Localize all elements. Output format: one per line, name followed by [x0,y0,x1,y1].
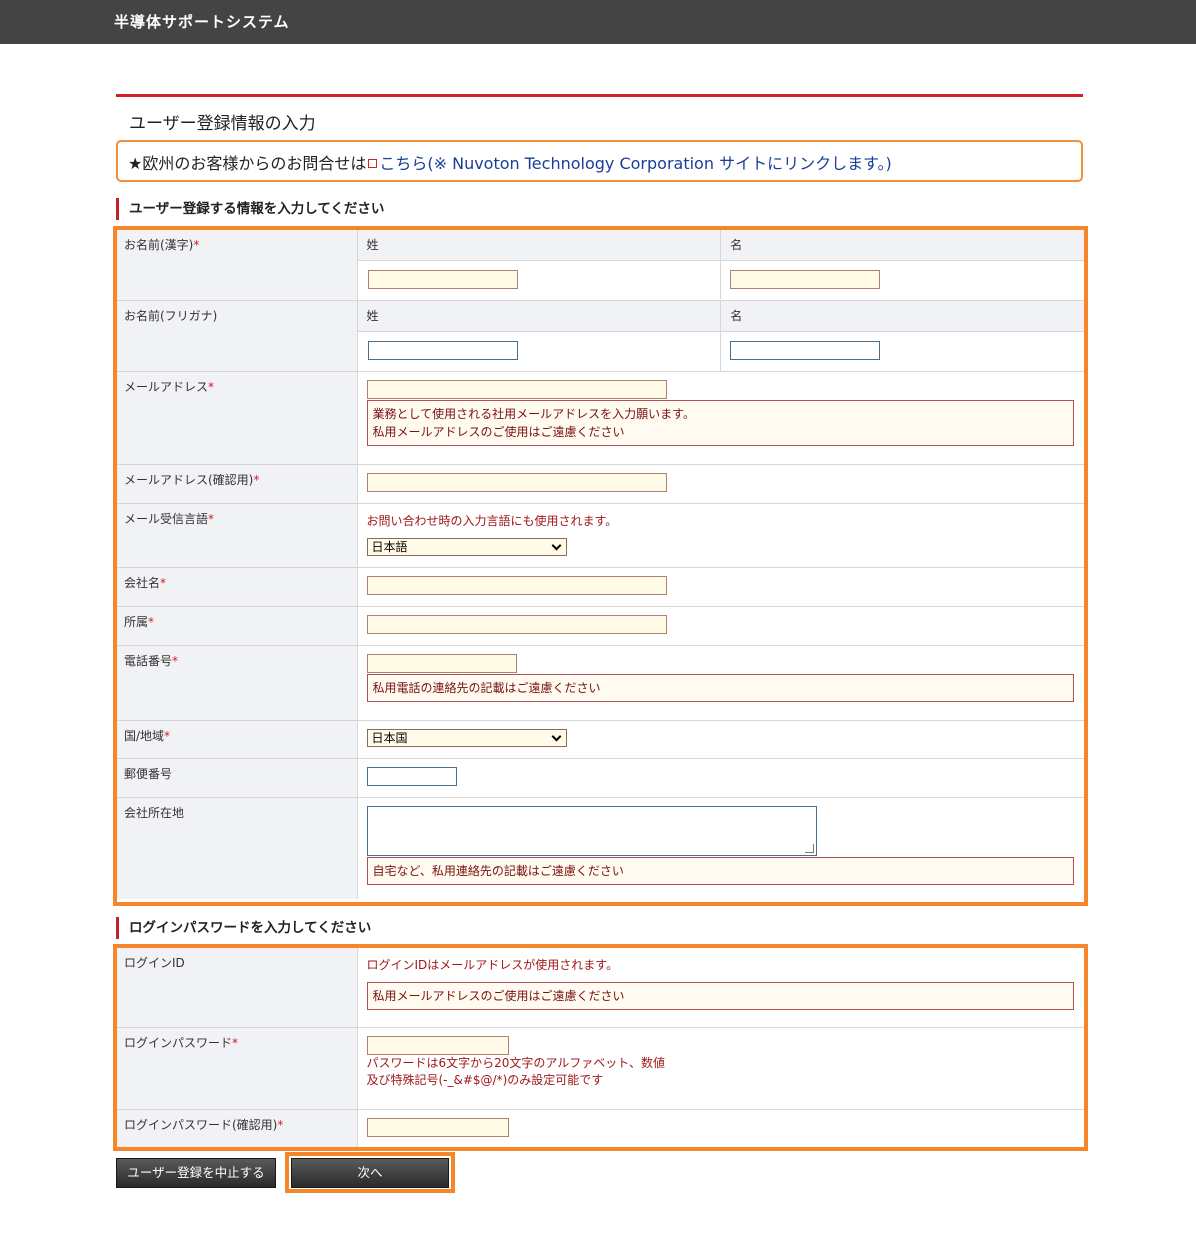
row-password-confirm: ログインパスワード(確認用)* [117,1108,1084,1147]
row-name-kana: お名前(フリガナ) 姓 名 [117,299,1084,371]
system-title: 半導体サポートシステム [114,13,290,31]
country-label: 国/地域 [124,728,165,743]
row-email-confirm: メールアドレス(確認用)* [117,463,1084,503]
address-textarea[interactable] [366,805,817,856]
email-confirm-input[interactable] [366,472,667,492]
required-mark: * [208,379,215,394]
chevron-down-icon [551,731,561,741]
password-input[interactable] [366,1035,509,1055]
row-email: メールアドレス* 業務として使用される社用メールアドレスを入力願います。 私用メ… [117,370,1084,464]
password-confirm-input[interactable] [366,1117,509,1137]
address-label: 会社所在地 [124,805,185,820]
row-postal: 郵便番号 [117,757,1084,797]
user-info-table: お名前(漢字)* 姓 名 お名前(フリガナ) 姓 名 メールアドレス* 業務とし… [117,230,1084,899]
name-kana-last-label: 姓 [366,308,379,323]
login-id-note: 私用メールアドレスのご使用はご遠慮ください [366,982,1074,1010]
name-kanji-label-cell: お名前(漢字)* [117,230,358,300]
country-select[interactable]: 日本国 [366,728,567,747]
required-mark: * [208,511,215,526]
europe-site-link[interactable]: こちら(※ Nuvoton Technology Corporation サイト… [379,154,891,173]
row-department: 所属* [117,605,1084,645]
row-login-id: ログインID ログインIDはメールアドレスが使用されます。 私用メールアドレスの… [117,948,1084,1027]
top-bar: 半導体サポートシステム [0,0,1196,44]
required-mark: * [160,575,167,590]
row-password: ログインパスワード* パスワードは6文字から20文字のアルファベット、数値 及び… [117,1026,1084,1109]
title-divider [116,94,1083,97]
cancel-registration-button[interactable]: ユーザー登録を中止する [116,1158,276,1188]
email-note: 業務として使用される社用メールアドレスを入力願います。 私用メールアドレスのご使… [366,399,1074,446]
required-mark: * [253,472,260,487]
phone-note: 私用電話の連絡先の記載はご遠慮ください [366,673,1074,702]
name-kanji-last-input[interactable] [367,269,518,289]
required-mark: * [164,728,171,743]
address-note: 自宅など、私用連絡先の記載はご遠慮ください [366,856,1074,885]
required-mark: * [193,238,200,252]
password-rule: パスワードは6文字から20文字のアルファベット、数値 及び特殊記号(-_&#$@… [366,1055,666,1087]
name-kanji-label: お名前(漢字) [124,238,194,252]
password-label: ログインパスワード [124,1035,233,1050]
name-kanji-last-label: 姓 [366,238,379,252]
login-id-hint: ログインIDはメールアドレスが使用されます。 [366,958,619,972]
phone-input[interactable] [366,653,517,673]
row-phone: 電話番号* 私用電話の連絡先の記載はご遠慮ください [117,644,1084,720]
required-mark: * [172,653,179,668]
external-link-icon [368,159,378,168]
required-mark: * [232,1035,239,1050]
name-kana-last-input[interactable] [367,341,518,360]
name-kanji-first-label: 名 [730,238,743,252]
email-confirm-label: メールアドレス(確認用) [124,472,254,487]
europe-notice: ★欧州のお客様からのお問合せは こちら(※ Nuvoton Technology … [116,140,1083,182]
login-info-frame: ログインID ログインIDはメールアドレスが使用されます。 私用メールアドレスの… [113,944,1088,1151]
name-kana-label-cell: お名前(フリガナ) [117,299,358,371]
user-section-heading: ユーザー登録する情報を入力してください [116,198,384,220]
password-confirm-label: ログインパスワード(確認用) [124,1117,278,1132]
notice-prefix: ★欧州のお客様からのお問合せは [128,154,367,173]
name-kana-first-input[interactable] [730,341,881,360]
login-id-label: ログインID [124,956,185,970]
login-info-table: ログインID ログインIDはメールアドレスが使用されます。 私用メールアドレスの… [117,948,1084,1147]
resize-grip-icon[interactable] [804,843,814,853]
email-label: メールアドレス [124,379,209,394]
department-label: 所属 [124,614,149,629]
page-title: ユーザー登録情報の入力 [129,114,316,134]
company-input[interactable] [366,575,667,595]
user-info-frame: お名前(漢字)* 姓 名 お名前(フリガナ) 姓 名 メールアドレス* 業務とし… [113,226,1088,906]
postal-label: 郵便番号 [124,766,173,781]
postal-input[interactable] [366,766,457,786]
next-button[interactable]: 次へ [291,1158,449,1188]
login-section-heading: ログインパスワードを入力してください [116,917,371,939]
mail-language-select[interactable]: 日本語 [366,537,567,556]
required-mark: * [277,1117,284,1132]
mail-language-hint: お問い合わせ時の入力言語にも使用されます。 [366,513,618,528]
row-country: 国/地域* 日本国 [117,719,1084,758]
row-address: 会社所在地 自宅など、私用連絡先の記載はご遠慮ください [117,796,1084,899]
name-kana-first-label: 名 [730,308,743,323]
row-company: 会社名* [117,566,1084,606]
chevron-down-icon [551,540,561,550]
company-label: 会社名 [124,575,161,590]
email-input[interactable] [366,379,667,399]
row-name-kanji: お名前(漢字)* 姓 名 [117,230,1084,300]
mail-language-label: メール受信言語 [124,511,209,526]
name-kana-label: お名前(フリガナ) [124,308,218,323]
required-mark: * [148,614,155,629]
name-kanji-first-input[interactable] [730,269,881,289]
department-input[interactable] [366,614,667,634]
phone-label: 電話番号 [124,653,173,668]
row-mail-language: メール受信言語* お問い合わせ時の入力言語にも使用されます。 日本語 [117,502,1084,567]
